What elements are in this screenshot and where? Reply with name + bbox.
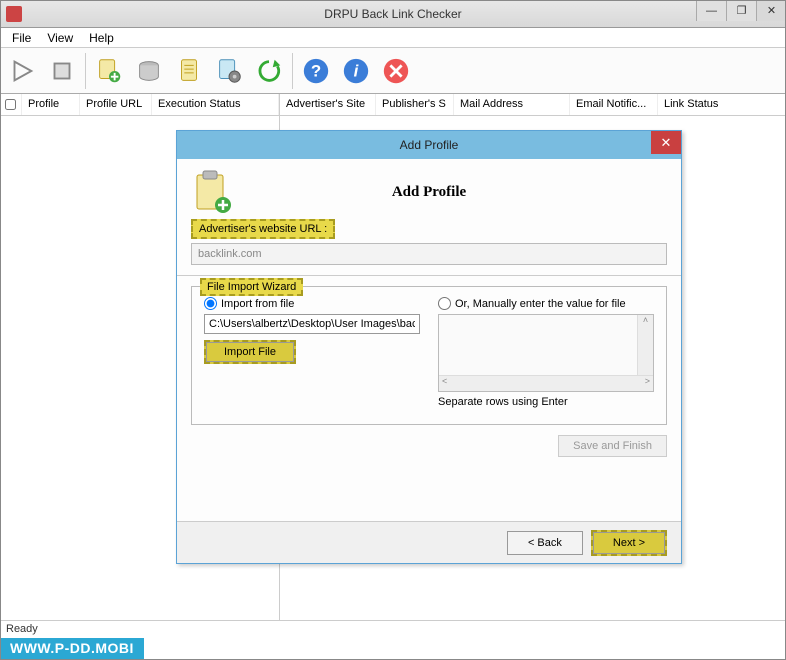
dialog-header-text: Add Profile [243,184,615,201]
dialog-footer: < Back Next > [177,521,681,563]
dialog-title: Add Profile [400,138,459,152]
manual-entry-radio[interactable]: Or, Manually enter the value for file [438,297,654,310]
scrollbar-horizontal[interactable]: ˂˃ [439,375,653,391]
col-publisher[interactable]: Publisher's S [376,94,454,115]
menu-help[interactable]: Help [81,29,122,47]
col-profile[interactable]: Profile [22,94,80,115]
import-from-file-radio[interactable]: Import from file [204,297,420,310]
exit-button[interactable] [377,52,415,90]
close-button[interactable]: ✕ [756,0,786,21]
advertiser-url-label: Advertiser's website URL : [191,219,335,239]
settings-button[interactable] [210,52,248,90]
col-advertiser-site[interactable]: Advertiser's Site [280,94,376,115]
scrollbar-vertical[interactable]: ˄ [637,315,653,375]
advertiser-url-input[interactable] [191,243,667,265]
toolbar: ? i [0,48,786,94]
add-profile-dialog: Add Profile Add Profile Advertiser's web… [176,130,682,564]
save-and-finish-button: Save and Finish [558,435,667,457]
col-mail-address[interactable]: Mail Address [454,94,570,115]
status-bar: Ready [0,620,786,638]
maximize-button[interactable]: ❐ [726,0,756,21]
help-button[interactable]: ? [297,52,335,90]
file-path-input[interactable] [204,314,420,334]
next-button[interactable]: Next > [591,530,667,556]
app-icon [6,6,22,22]
manual-entry-hint: Separate rows using Enter [438,396,654,408]
menu-file[interactable]: File [4,29,39,47]
app-title: DRPU Back Link Checker [324,7,461,21]
refresh-button[interactable] [250,52,288,90]
column-headers: Profile Profile URL Execution Status Adv… [0,94,786,116]
svg-text:i: i [354,61,359,80]
info-button[interactable]: i [337,52,375,90]
watermark: WWW.P-DD.MOBI [0,638,144,660]
stop-button[interactable] [43,52,81,90]
file-import-wizard-fieldset: File Import Wizard Import from file Impo… [191,286,667,425]
status-text: Ready [6,623,38,635]
menu-view[interactable]: View [39,29,81,47]
select-all-checkbox[interactable] [0,94,22,115]
back-button[interactable]: < Back [507,531,583,555]
database-button[interactable] [130,52,168,90]
radio-manual-label: Or, Manually enter the value for file [455,298,626,310]
minimize-button[interactable]: — [696,0,726,21]
col-profile-url[interactable]: Profile URL [80,94,152,115]
clipboard-add-icon [191,169,233,215]
title-bar: DRPU Back Link Checker — ❐ ✕ [0,0,786,28]
dialog-close-button[interactable] [651,131,681,154]
wizard-legend: File Import Wizard [200,278,303,296]
dialog-title-bar: Add Profile [177,131,681,159]
import-file-button[interactable]: Import File [204,340,296,364]
menu-bar: File View Help [0,28,786,48]
manual-entry-textarea[interactable]: ˄ ˂˃ [438,314,654,392]
document-button[interactable] [170,52,208,90]
col-email-notif[interactable]: Email Notific... [570,94,658,115]
svg-text:?: ? [311,61,321,80]
col-link-status[interactable]: Link Status [658,94,786,115]
radio-file-label: Import from file [221,298,294,310]
play-button[interactable] [3,52,41,90]
add-profile-button[interactable] [90,52,128,90]
col-exec-status[interactable]: Execution Status [152,94,279,115]
